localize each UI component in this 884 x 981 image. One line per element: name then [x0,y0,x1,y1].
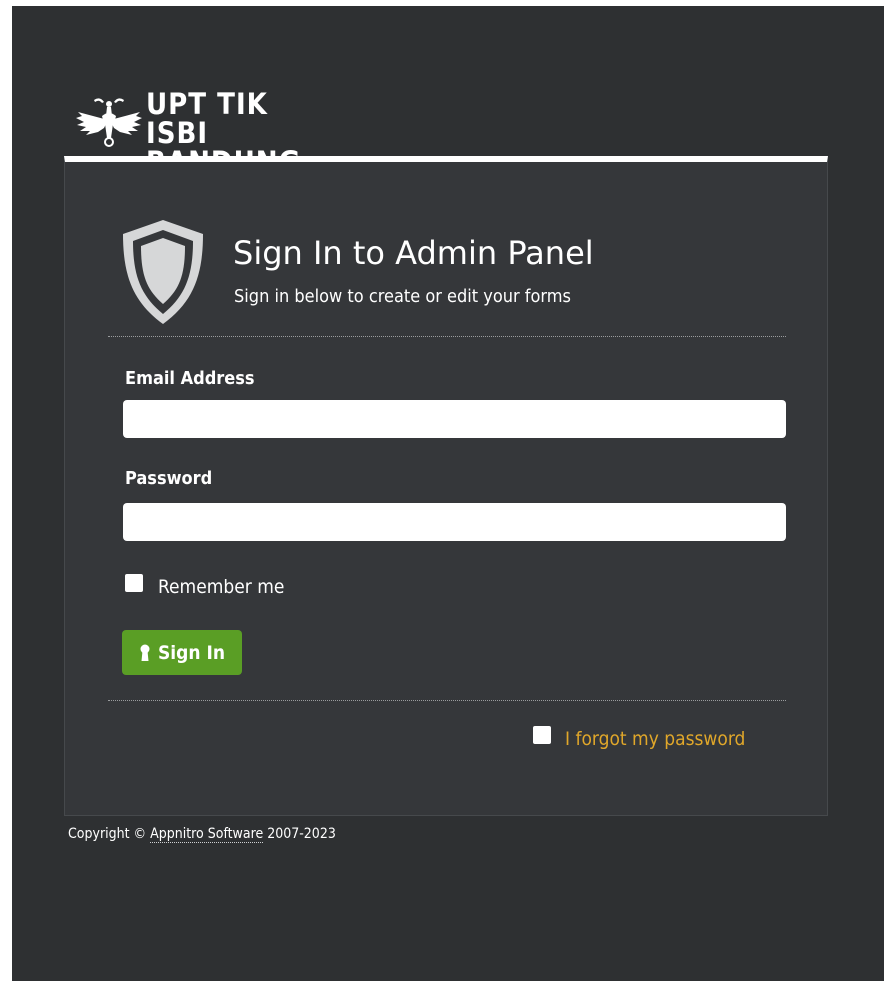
divider-bottom [108,700,786,701]
copyright-footer: Copyright © Appnitro Software 2007-2023 [68,826,336,843]
email-field[interactable] [123,400,786,438]
remember-me-label[interactable]: Remember me [158,576,284,598]
login-screen: UPT TIK ISBI BANDUNG Sign In to Admin Pa… [12,6,884,981]
email-label: Email Address [125,368,255,389]
forgot-password-link[interactable]: I forgot my password [565,728,745,750]
password-label: Password [125,468,213,489]
copyright-years: 2007-2023 [263,826,336,842]
forgot-password-checkbox[interactable] [533,726,551,744]
password-field[interactable] [123,503,786,541]
page-subtitle: Sign in below to create or edit your for… [234,286,571,307]
shield-icon [123,220,203,324]
copyright-prefix: Copyright © [68,826,151,842]
isbi-emblem-icon [76,98,142,147]
keyhole-icon [140,644,150,661]
divider-top [108,336,786,337]
sign-in-button[interactable]: Sign In [122,630,242,675]
remember-me-checkbox[interactable] [125,574,143,592]
site-logo: UPT TIK ISBI BANDUNG [74,90,354,177]
login-panel: Sign In to Admin Panel Sign in below to … [64,156,828,816]
sign-in-label: Sign In [157,641,226,664]
appnitro-link[interactable]: Appnitro Software [150,826,264,843]
page-title: Sign In to Admin Panel [233,234,594,272]
